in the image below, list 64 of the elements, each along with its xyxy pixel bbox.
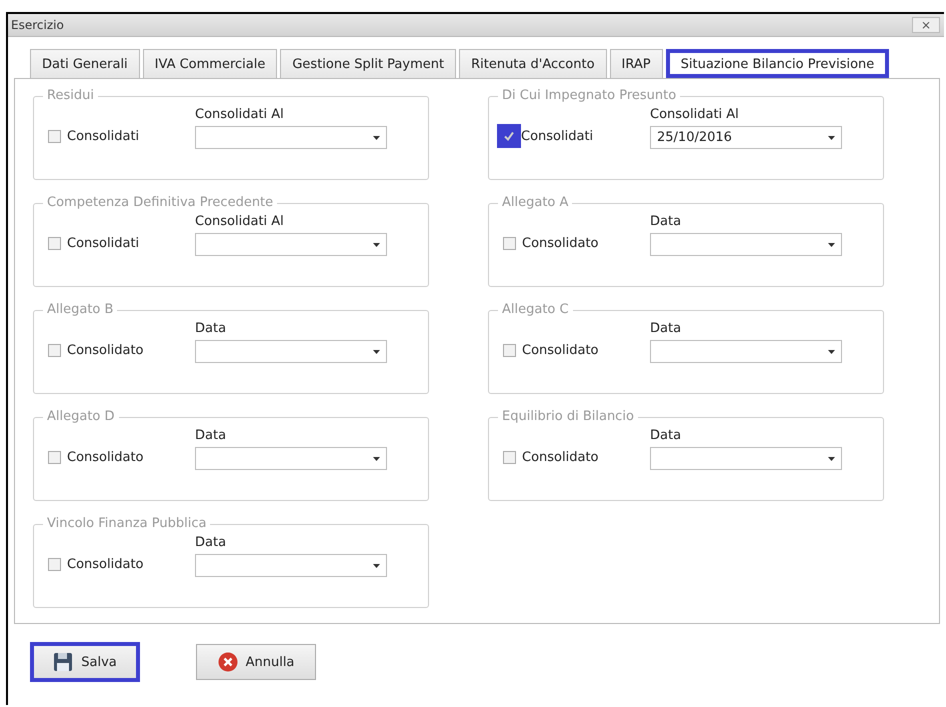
field-label: Data xyxy=(650,321,682,336)
date-dropdown[interactable] xyxy=(195,554,387,577)
caret-icon xyxy=(373,564,380,568)
date-dropdown[interactable] xyxy=(195,126,387,149)
save-button[interactable]: Salva xyxy=(30,642,140,682)
date-dropdown[interactable] xyxy=(195,340,387,363)
tab[interactable]: Dati Generali xyxy=(30,49,140,78)
checkbox[interactable] xyxy=(503,344,516,356)
checkbox-label: Consolidato xyxy=(67,450,144,464)
group-title: Allegato C xyxy=(498,302,573,317)
group-title: Allegato D xyxy=(43,409,119,424)
field-label: Data xyxy=(650,428,682,443)
tab[interactable]: Ritenuta d'Acconto xyxy=(459,49,607,78)
checkbox[interactable] xyxy=(497,124,521,148)
field-label: Consolidati Al xyxy=(195,107,285,122)
tab[interactable]: IVA Commerciale xyxy=(142,49,278,78)
caret-icon xyxy=(373,456,380,460)
date-dropdown[interactable] xyxy=(195,233,387,256)
checkbox-label: Consolidati xyxy=(521,128,594,144)
field-label: Data xyxy=(195,535,228,550)
caret-icon xyxy=(828,456,835,460)
checkbox[interactable] xyxy=(48,236,61,250)
checkbox-label: Consolidato xyxy=(522,236,598,250)
field-label: Consolidati Al xyxy=(195,214,285,229)
field-label: Data xyxy=(650,214,682,229)
checkbox[interactable] xyxy=(503,450,516,464)
date-dropdown[interactable]: 25/10/2016 xyxy=(650,126,842,149)
checkbox-label: Consolidato xyxy=(522,450,598,464)
date-dropdown[interactable] xyxy=(195,447,387,470)
tab[interactable]: Situazione Bilancio Previsione xyxy=(666,49,890,78)
checkbox[interactable] xyxy=(48,130,61,142)
tab[interactable]: Gestione Split Payment xyxy=(280,49,456,78)
group-title: Di Cui Impegnato Presunto xyxy=(498,88,680,103)
cancel-button[interactable]: Annulla xyxy=(196,644,316,680)
checkbox[interactable] xyxy=(48,344,61,356)
checkbox-label: Consolidato xyxy=(522,342,598,358)
group-title: Competenza Definitiva Precedente xyxy=(43,195,278,210)
checkbox[interactable] xyxy=(503,236,516,250)
close-circle-icon xyxy=(218,652,238,672)
caret-icon xyxy=(828,136,835,140)
close-button[interactable]: × xyxy=(912,17,940,33)
date-dropdown[interactable] xyxy=(650,340,842,363)
date-dropdown[interactable] xyxy=(650,233,842,256)
caret-icon xyxy=(373,242,380,246)
checkbox-label: Consolidato xyxy=(67,556,144,572)
checkbox[interactable] xyxy=(48,450,61,464)
checkbox-label: Consolidato xyxy=(67,342,144,358)
checkmark-icon xyxy=(503,130,515,142)
tab[interactable]: IRAP xyxy=(610,49,663,78)
date-dropdown[interactable] xyxy=(650,447,842,470)
caret-icon xyxy=(828,350,835,354)
checkbox[interactable] xyxy=(48,558,61,570)
group-title: Equilibrio di Bilancio xyxy=(498,409,638,424)
field-label: Consolidati Al xyxy=(650,107,740,122)
window-title: Esercizio xyxy=(11,18,64,32)
group-title: Allegato B xyxy=(43,302,118,317)
checkbox-label: Consolidati xyxy=(67,236,140,250)
caret-icon xyxy=(828,242,835,246)
caret-icon xyxy=(373,350,380,354)
checkbox-label: Consolidati xyxy=(67,128,140,144)
field-label: Data xyxy=(195,428,228,443)
caret-icon xyxy=(373,136,380,140)
field-label: Data xyxy=(195,321,228,336)
group-title: Allegato A xyxy=(498,195,572,210)
